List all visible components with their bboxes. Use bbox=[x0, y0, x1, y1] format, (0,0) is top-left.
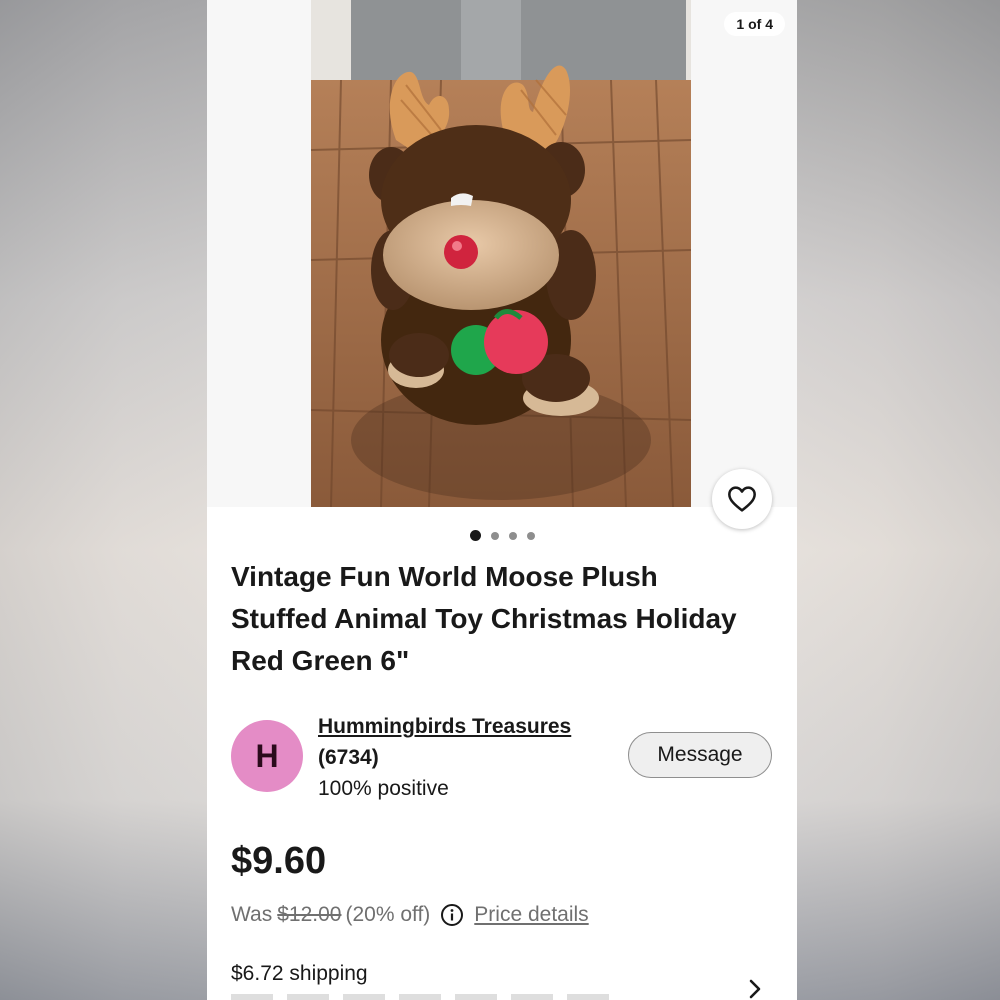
watchlist-button[interactable] bbox=[712, 469, 772, 529]
listing-title: Vintage Fun World Moose Plush Stuffed An… bbox=[231, 561, 737, 676]
pagination-dot[interactable] bbox=[508, 531, 517, 540]
pagination-dot[interactable] bbox=[490, 531, 499, 540]
background-left bbox=[0, 0, 207, 1000]
gallery-pagination bbox=[207, 530, 797, 541]
image-counter: 1 of 4 bbox=[724, 12, 785, 36]
seller-feedback-count: (6734) bbox=[318, 746, 379, 769]
seller-positive-rating: 100% positive bbox=[318, 777, 449, 800]
shipping-cost: $6.72 shipping bbox=[231, 962, 368, 985]
image-gallery[interactable]: 1 of 4 bbox=[207, 0, 797, 507]
seller-name-link[interactable]: Hummingbirds Treasures bbox=[318, 715, 571, 739]
info-icon[interactable] bbox=[440, 903, 464, 927]
truncated-delivery-text bbox=[231, 994, 611, 1000]
background-right bbox=[797, 0, 1000, 1000]
current-price: $9.60 bbox=[231, 840, 327, 882]
product-photo[interactable] bbox=[311, 0, 691, 507]
listing-screen: 1 of 4 Vintage Fun World Moose Plush Stu… bbox=[207, 0, 797, 1000]
chevron-right-icon[interactable] bbox=[747, 978, 763, 1000]
pagination-dot[interactable] bbox=[526, 531, 535, 540]
price-comparison: Was $12.00 (20% off) Price details bbox=[231, 903, 589, 927]
original-price: $12.00 bbox=[277, 903, 342, 926]
was-label: Was bbox=[231, 903, 273, 926]
moose-plush-image bbox=[311, 0, 691, 507]
seller-card: H Hummingbirds Treasures (6734) 100% pos… bbox=[231, 715, 776, 805]
seller-avatar[interactable]: H bbox=[231, 720, 303, 792]
price-details-link[interactable]: Price details bbox=[474, 903, 588, 927]
heart-icon bbox=[728, 486, 756, 512]
pagination-dot[interactable] bbox=[469, 530, 481, 541]
message-button[interactable]: Message bbox=[628, 732, 772, 778]
discount-percent: (20% off) bbox=[345, 903, 431, 926]
